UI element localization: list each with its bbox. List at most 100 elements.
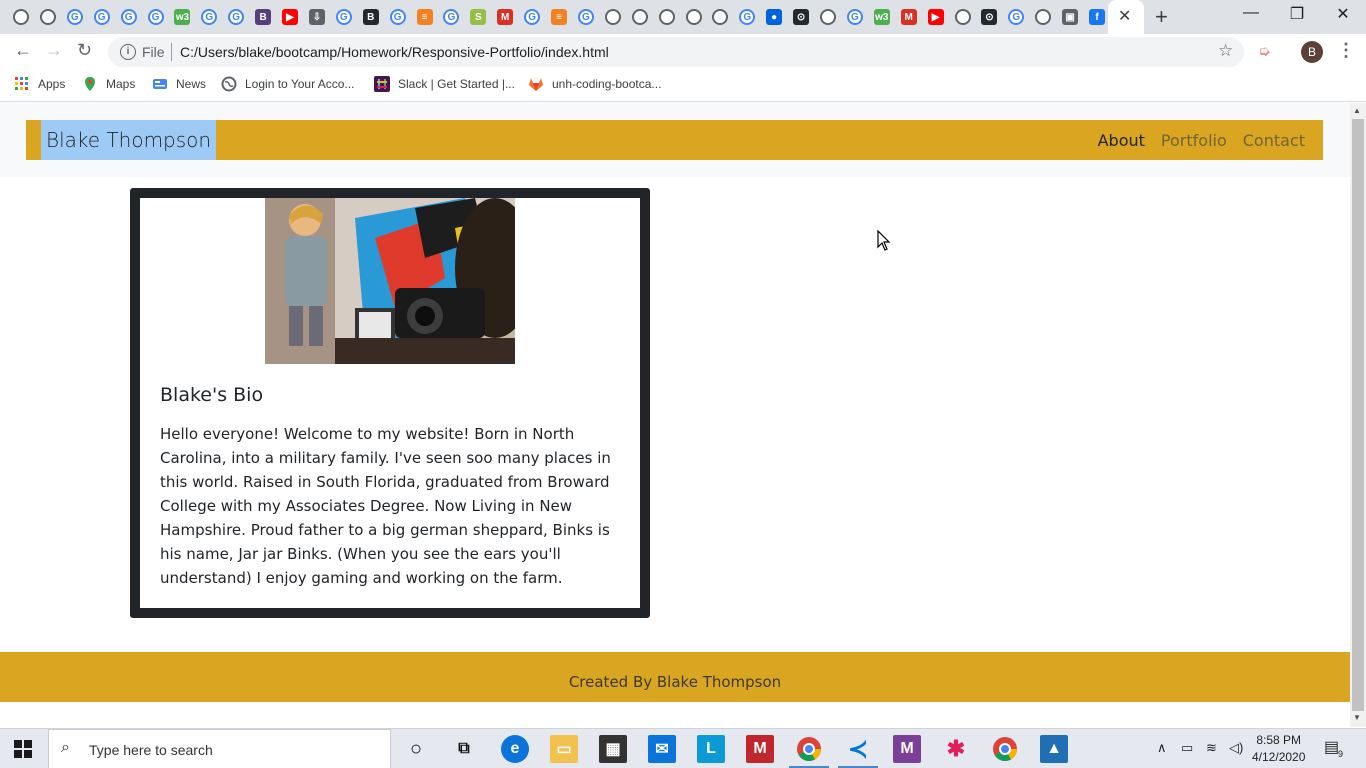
scroll-down-icon[interactable]: ▼ [1353,713,1361,722]
nav-about[interactable]: About [1090,131,1153,150]
reload-button[interactable]: ↻ [77,40,92,61]
browser-tab[interactable]: G [226,7,246,27]
browser-tab[interactable]: G [441,7,461,27]
browser-tab[interactable]: w3 [872,7,892,27]
browser-tab[interactable]: S [468,7,488,27]
minimize-button[interactable]: — [1228,4,1274,22]
profile-avatar[interactable]: B [1301,41,1323,63]
nav-contact[interactable]: Contact [1235,131,1313,150]
bookmark-login[interactable]: Login to Your Acco... [221,76,354,92]
bookmark-slack[interactable]: Slack | Get Started |... [374,76,515,92]
google-icon: G [739,9,756,25]
browser-tab[interactable] [684,7,704,27]
browser-tab[interactable]: G [92,7,112,27]
battery-icon[interactable]: ▭ [1181,740,1193,756]
extension-icon[interactable]: ➭ [1258,42,1271,60]
bookmark-star-icon[interactable]: ☆ [1218,41,1233,61]
close-tab-icon[interactable]: ✕ [1118,6,1131,26]
bookmark-maps[interactable]: Maps [82,76,135,92]
browser-tab[interactable] [630,7,650,27]
scroll-thumb[interactable] [1352,119,1364,711]
chrome-menu-icon[interactable]: ⋮ [1337,40,1355,61]
vscode-icon[interactable]: ≺ [844,735,872,763]
chrome-icon[interactable] [795,735,823,763]
browser-tab[interactable]: ⊙ [791,7,811,27]
file-explorer-icon[interactable]: ▭ [550,735,578,763]
browser-tab[interactable]: ▶ [280,7,300,27]
lync-icon[interactable]: L [697,735,725,763]
action-center-icon[interactable]: ▤ [1324,737,1339,757]
restore-button[interactable]: ❐ [1274,4,1320,24]
google-icon: G [524,9,541,25]
browser-tab[interactable] [1033,7,1053,27]
browser-tab[interactable]: G [388,7,408,27]
system-clock[interactable]: 8:58 PM 4/12/2020 [1252,732,1305,766]
browser-tab[interactable]: G [146,7,166,27]
browser-tab[interactable] [818,7,838,27]
photos-icon[interactable]: ▲ [1040,735,1068,763]
url-text[interactable]: C:/Users/blake/bootcamp/Homework/Respons… [180,44,609,60]
browser-tab[interactable]: B [253,7,273,27]
browser-tab[interactable]: G [737,7,757,27]
tray-overflow-icon[interactable]: ∧ [1157,740,1167,756]
browser-tab[interactable]: G [522,7,542,27]
browser-tab[interactable]: G [1006,7,1026,27]
browser-tab[interactable]: G [576,7,596,27]
windows-start-icon[interactable] [14,740,32,758]
slack-taskbar-icon[interactable]: ✱ [942,735,970,763]
browser-tab[interactable]: G [65,7,85,27]
bookmark-apps[interactable]: Apps [14,76,65,92]
flickr-icon: ● [766,9,783,25]
browser-tab[interactable]: G [845,7,865,27]
brand-name[interactable]: Blake Thompson [41,120,217,160]
browser-tab[interactable]: ▶ [926,7,946,27]
browser-tab[interactable]: w3 [172,7,192,27]
taskbar-search[interactable]: ⌕ Type here to search [48,729,391,768]
task-view-icon[interactable]: ⧉ [450,735,478,763]
bold-b-icon: B [362,9,379,25]
store-icon[interactable]: ▦ [599,735,627,763]
forward-button[interactable]: → [45,40,63,61]
browser-tab[interactable]: ⊙ [979,7,999,27]
page-scrollbar[interactable]: ▲ ▼ [1350,103,1366,727]
mail-icon[interactable]: ✉ [648,735,676,763]
browser-tab[interactable] [38,7,58,27]
address-bar[interactable]: i File C:/Users/blake/bootcamp/Homework/… [108,37,1244,67]
shopify-icon: S [470,9,487,25]
browser-tab[interactable]: f [1087,7,1107,27]
browser-tab[interactable] [657,7,677,27]
browser-tab[interactable] [710,7,730,27]
browser-tab[interactable] [953,7,973,27]
search-icon: ⌕ [61,739,70,756]
youtube-icon: ▶ [927,9,944,25]
browser-tab[interactable]: ≡ [549,7,569,27]
browser-tab[interactable]: G [199,7,219,27]
browser-tab[interactable]: M [899,7,919,27]
chrome-second-icon[interactable] [991,735,1019,763]
close-window-button[interactable]: ✕ [1320,4,1366,24]
volume-icon[interactable]: ◁) [1229,740,1243,756]
wifi-icon[interactable]: ≋ [1206,740,1217,756]
browser-tab[interactable]: M [495,7,515,27]
browser-tab[interactable] [11,7,31,27]
cortana-icon[interactable]: ○ [402,735,430,763]
browser-tab[interactable]: ≡ [415,7,435,27]
nav-portfolio[interactable]: Portfolio [1153,131,1235,150]
info-icon[interactable]: i [120,44,136,60]
mcafee-icon[interactable]: M [746,735,774,763]
browser-tab[interactable]: ⇩ [307,7,327,27]
bookmark-news[interactable]: News [152,76,206,92]
browser-tab[interactable]: ● [764,7,784,27]
new-tab-button[interactable]: + [1155,4,1168,30]
browser-tab[interactable] [603,7,623,27]
scroll-up-icon[interactable]: ▲ [1353,106,1361,115]
browser-tab[interactable]: G [334,7,354,27]
back-button[interactable]: ← [14,40,32,61]
browser-tab[interactable]: G [119,7,139,27]
browser-tab[interactable]: ▣ [1060,7,1080,27]
edge-icon[interactable]: e [501,735,529,763]
bookmark-label: Login to Your Acco... [245,77,355,91]
markdown-icon[interactable]: M [893,735,921,763]
bookmark-gitlab[interactable]: unh-coding-bootca... [528,76,661,92]
browser-tab[interactable]: B [361,7,381,27]
